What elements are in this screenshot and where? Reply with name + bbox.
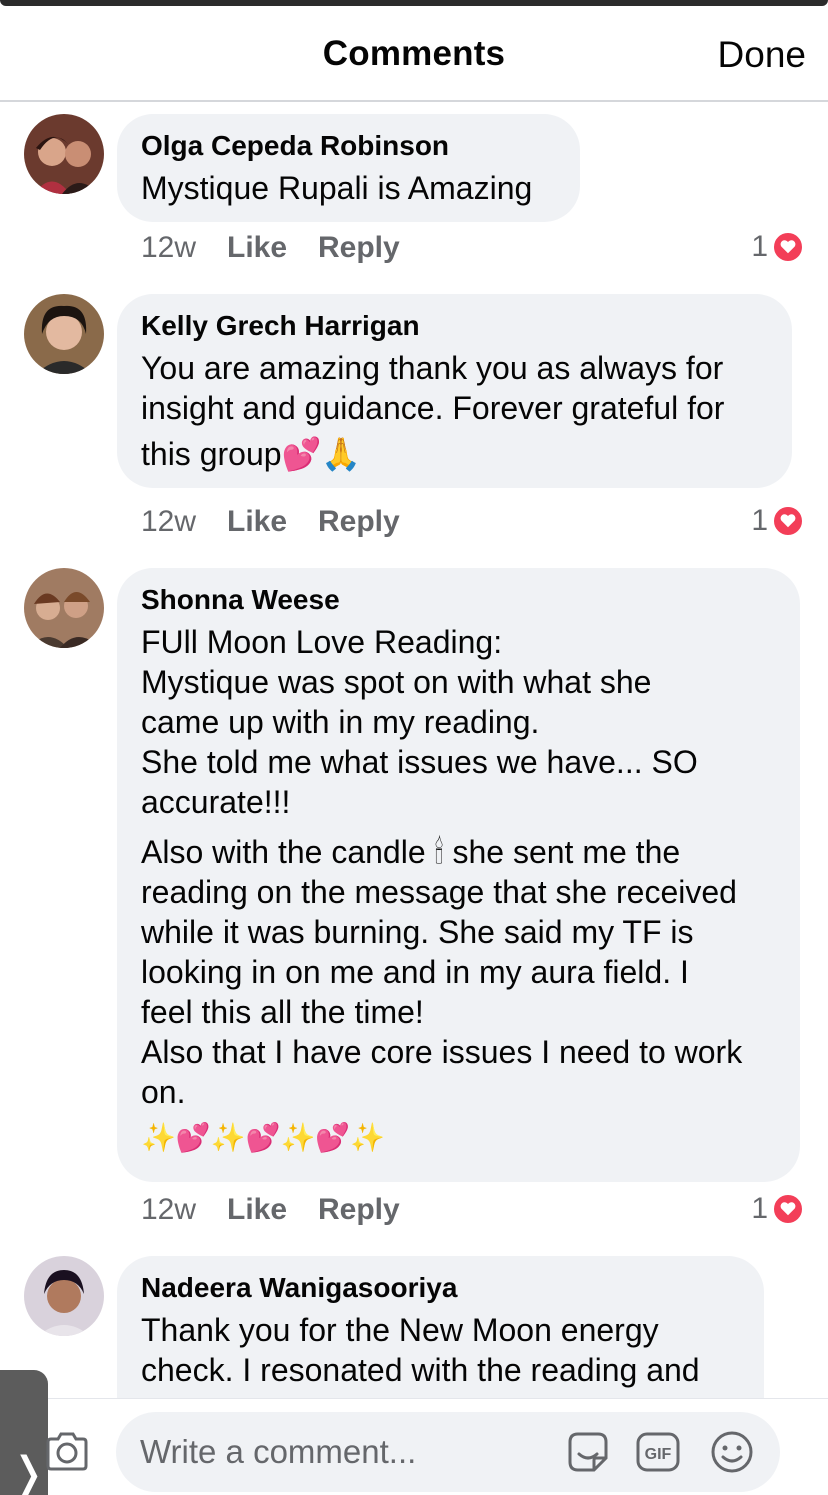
avatar[interactable] [24, 568, 104, 648]
comment-time: 12w [141, 505, 197, 538]
comment-text: Thank you for the New Moon energy [141, 1312, 659, 1348]
comment-time: 12w [141, 231, 197, 264]
reaction-count: 1 [751, 504, 768, 537]
reply-button[interactable]: Reply [318, 1193, 400, 1227]
comment-text: Mystique Rupali is Amazing [141, 170, 533, 206]
reaction-count: 1 [751, 230, 768, 263]
like-button[interactable]: Like [227, 505, 287, 539]
reaction-summary[interactable]: 1 [751, 504, 804, 538]
smile-icon[interactable] [708, 1428, 756, 1476]
comment-bubble[interactable]: Olga Cepeda Robinson Mystique Rupali is … [117, 114, 580, 222]
comment-text: looking in on me and in my aura field. I [141, 954, 689, 990]
comment-text: reading on the message that she received [141, 874, 737, 910]
comment-author[interactable]: Nadeera Wanigasooriya [141, 1272, 740, 1304]
comment-text: insight and guidance. Forever grateful f… [141, 390, 725, 426]
avatar[interactable] [24, 1256, 104, 1336]
comment-input[interactable] [140, 1428, 550, 1476]
comment-text: Mystique was spot on with what she [141, 664, 652, 700]
heart-icon [772, 231, 804, 263]
chevron-right-icon: ❭ [10, 1448, 47, 1495]
heart-icon [772, 505, 804, 537]
comment-author[interactable]: Shonna Weese [141, 584, 776, 616]
reaction-count: 1 [751, 1192, 768, 1225]
avatar[interactable] [24, 114, 104, 194]
comment-text: You are amazing thank you as always for [141, 350, 724, 386]
reaction-summary[interactable]: 1 [751, 1192, 804, 1226]
reply-button[interactable]: Reply [318, 231, 400, 265]
comment-text: Also that I have core issues I need to w… [141, 1034, 743, 1070]
comment-text: while it was burning. She said my TF is [141, 914, 694, 950]
comment-author[interactable]: Olga Cepeda Robinson [141, 130, 556, 162]
side-panel-tab[interactable]: ❭ [0, 1370, 48, 1495]
comment-author[interactable]: Kelly Grech Harrigan [141, 310, 768, 342]
comment-emoji-line: ✨💕✨💕✨💕✨ [141, 1121, 386, 1154]
reaction-summary[interactable]: 1 [751, 230, 804, 264]
reply-button[interactable]: Reply [318, 505, 400, 539]
heart-icon [772, 1193, 804, 1225]
like-button[interactable]: Like [227, 1193, 287, 1227]
camera-icon[interactable] [44, 1430, 90, 1472]
sticker-icon[interactable] [564, 1428, 612, 1476]
like-button[interactable]: Like [227, 231, 287, 265]
comment-text: came up with in my reading. [141, 704, 540, 740]
comment-input-box[interactable]: GIF [116, 1412, 780, 1492]
comments-header: Comments Done [0, 6, 828, 102]
comment-text: She told me what issues we have... SO [141, 744, 698, 780]
comment-text: Also with the candle 🕯 she sent me the [141, 834, 681, 870]
comment-bubble[interactable]: Kelly Grech Harrigan You are amazing tha… [117, 294, 792, 488]
comment-text: this group💕🙏 [141, 436, 362, 472]
comment-text: on. [141, 1074, 186, 1110]
comment-text: check. I resonated with the reading and [141, 1352, 700, 1388]
comment-bubble[interactable]: Shonna Weese FUll Moon Love Reading: Mys… [117, 568, 800, 1182]
done-button[interactable]: Done [718, 34, 806, 76]
svg-text:GIF: GIF [645, 1446, 672, 1463]
comment-bubble[interactable]: Nadeera Wanigasooriya Thank you for the … [117, 1256, 764, 1398]
comment-time: 12w [141, 1193, 197, 1226]
comment-text: accurate!!! [141, 784, 291, 820]
gif-icon[interactable]: GIF [634, 1428, 682, 1476]
avatar[interactable] [24, 294, 104, 374]
page-title: Comments [322, 34, 506, 73]
comment-text: FUll Moon Love Reading: [141, 624, 503, 660]
comment-text: feel this all the time! [141, 994, 424, 1030]
